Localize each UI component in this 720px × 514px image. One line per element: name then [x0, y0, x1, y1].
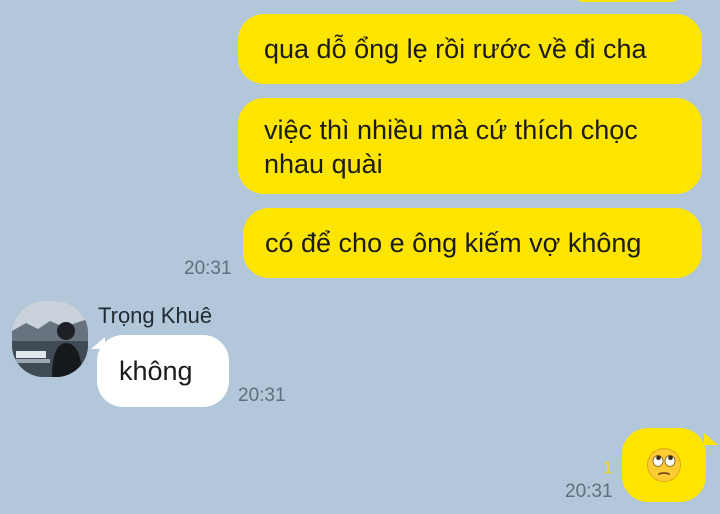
unread-count: 1 — [603, 458, 613, 477]
message-text: có để cho e ông kiếm vợ không — [265, 228, 642, 258]
outgoing-message-bubble[interactable]: qua dỗ ổng lẹ rồi rước về đi cha — [238, 14, 702, 84]
face-with-rolling-eyes-emoji — [647, 448, 681, 482]
message-timestamp: 20:31 — [238, 385, 286, 406]
message-timestamp: 20:31 — [565, 481, 613, 502]
outgoing-message-bubble[interactable]: việc thì nhiều mà cứ thích chọc nhau quà… — [238, 98, 702, 194]
outgoing-message-bubble[interactable]: có để cho e ông kiếm vợ không — [243, 208, 702, 278]
message-text: việc thì nhiều mà cứ thích chọc nhau quà… — [264, 115, 638, 179]
message-text: không — [119, 356, 193, 386]
message-timestamp: 20:31 — [184, 258, 232, 279]
outgoing-bubble-tail — [704, 433, 718, 445]
sender-avatar[interactable] — [12, 301, 88, 377]
profile-photo-icon — [12, 301, 88, 377]
sender-name[interactable]: Trọng Khuê — [98, 303, 212, 329]
previous-outgoing-bubble-edge — [572, 0, 682, 2]
message-text: qua dỗ ổng lẹ rồi rước về đi cha — [264, 34, 647, 64]
incoming-message-bubble[interactable]: không — [97, 335, 229, 407]
outgoing-emoji-bubble[interactable] — [622, 428, 706, 502]
chat-message-list[interactable]: qua dỗ ổng lẹ rồi rước về đi cha việc th… — [0, 0, 720, 514]
